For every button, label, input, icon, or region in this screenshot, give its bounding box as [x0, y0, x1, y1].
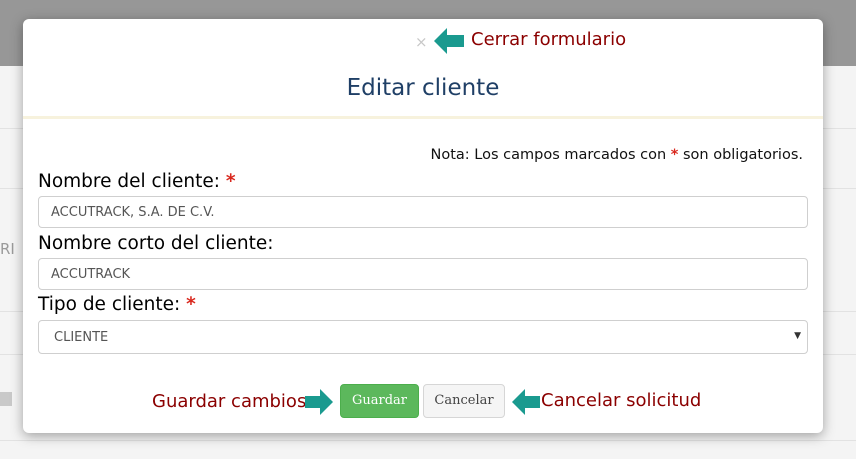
annotation-close-form: Cerrar formulario [471, 29, 627, 50]
cancel-button[interactable]: Cancelar [423, 384, 505, 418]
client-name-input[interactable] [38, 196, 808, 228]
modal-header: × Cerrar formulario Editar cliente [23, 19, 823, 119]
arrow-icon [512, 389, 540, 415]
background-divider [0, 440, 856, 441]
modal-title: Editar cliente [346, 75, 500, 101]
note-suffix: son obligatorios. [678, 147, 803, 163]
annotation-cancel-request: Cancelar solicitud [541, 390, 702, 411]
caret-down-icon: ▼ [794, 331, 801, 341]
background-partial-text: RI [0, 240, 15, 258]
arrow-icon [305, 389, 333, 415]
annotation-save-changes: Guardar cambios [152, 391, 307, 412]
close-icon[interactable]: × [415, 33, 428, 51]
client-type-selected-value: CLIENTE [54, 330, 109, 345]
client-type-label-text: Tipo de cliente: [38, 294, 181, 315]
required-asterisk: * [186, 294, 196, 315]
background-partial-element [0, 392, 12, 406]
client-short-name-input[interactable] [38, 258, 808, 290]
edit-client-modal: × Cerrar formulario Editar cliente Nota:… [23, 19, 823, 433]
client-type-select[interactable]: CLIENTE ▼ [38, 320, 808, 354]
save-button[interactable]: Guardar [340, 384, 419, 418]
required-fields-note: Nota: Los campos marcados con * son obli… [431, 147, 804, 163]
arrow-icon [434, 28, 464, 54]
client-name-label-text: Nombre del cliente: [38, 171, 220, 192]
client-type-label: Tipo de cliente: * [38, 294, 196, 315]
note-prefix: Nota: Los campos marcados con [430, 147, 671, 163]
client-short-name-label: Nombre corto del cliente: [38, 233, 274, 254]
client-name-label: Nombre del cliente: * [38, 171, 236, 192]
required-asterisk: * [225, 171, 236, 192]
